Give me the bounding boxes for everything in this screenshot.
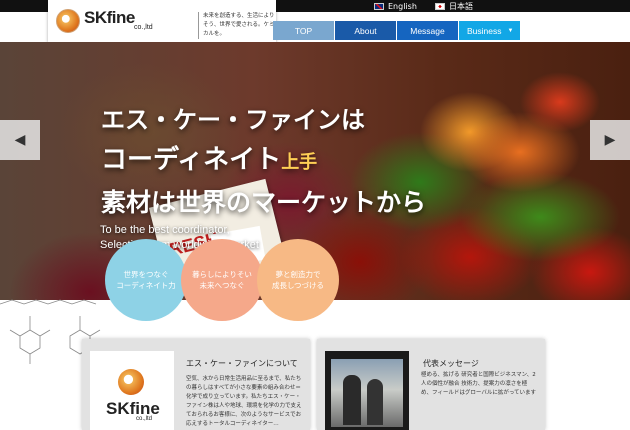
- slider-next-button[interactable]: ▶: [590, 120, 630, 160]
- about-panel[interactable]: SKfine co.,ltd エス・ケー・ファインについて 空気、水から日常生活…: [82, 339, 310, 430]
- about-body: 空気、水から日常生活用品に至るまで、私たちの暮らしはすべてが小さな要素の組み合わ…: [186, 376, 302, 427]
- chevron-right-icon: ▶: [604, 132, 616, 148]
- nav-business-label: Business: [467, 25, 502, 36]
- nav-about[interactable]: About: [335, 21, 396, 40]
- feature-circle-coordinate-line1: 世界をつなぐ: [123, 270, 169, 279]
- about-title: エス・ケー・ファインについて: [186, 359, 298, 368]
- logo-suffix: co.,ltd: [134, 24, 153, 31]
- main-nav: TOP About Message Business ▼: [273, 21, 521, 40]
- about-logo-emblem-icon: [118, 369, 144, 395]
- hero-title-line2-main: コーディネイト: [101, 145, 282, 175]
- lang-japanese[interactable]: 日本語: [435, 0, 473, 12]
- slider-prev-button[interactable]: ◀: [0, 120, 40, 160]
- hero-title-line2-small: 上手: [281, 152, 318, 173]
- hero-title: エス・ケー・ファインは コーディネイト上手 素材は世界のマーケットから: [101, 100, 426, 223]
- dropdown-caret-icon: ▼: [507, 27, 514, 34]
- feature-circle-growth-line2: 成長しつづける: [271, 281, 325, 290]
- lang-english[interactable]: English: [374, 0, 417, 12]
- lang-english-label: English: [388, 1, 417, 11]
- site-logo[interactable]: SKfine co.,ltd 未来を創造する、生活によりそう、世界で愛される。ケ…: [48, 0, 276, 42]
- japan-flag-icon: [435, 2, 445, 10]
- hero-title-line2: コーディネイト上手: [101, 140, 426, 183]
- chevron-left-icon: ◀: [14, 132, 26, 148]
- about-logo-card: SKfine co.,ltd: [90, 351, 174, 430]
- feature-circle-growth[interactable]: 夢と創造力で 成長しつづける: [257, 239, 339, 321]
- person-figure-2: [367, 379, 383, 425]
- nav-top[interactable]: TOP: [273, 21, 334, 40]
- hero-subtitle-line1: To be the best coordinator,: [100, 224, 230, 236]
- feature-circle-future-line2: 未来へつなぐ: [199, 281, 245, 290]
- feature-circle-future-text: 暮らしによりそい 未来へつなぐ: [192, 269, 252, 291]
- nav-message[interactable]: Message: [397, 21, 458, 40]
- logo-emblem-icon: [56, 9, 80, 33]
- feature-circle-growth-text: 夢と創造力で 成長しつづける: [272, 269, 324, 291]
- feature-circle-coordinate[interactable]: 世界をつなぐ コーディネイト力: [105, 239, 187, 321]
- message-photo: [325, 351, 409, 430]
- hero-title-line3: 素材は世界のマーケットから: [101, 188, 427, 217]
- feature-circle-future-line1: 暮らしによりそい: [192, 270, 252, 279]
- about-logo-suffix: co.,ltd: [136, 416, 153, 422]
- uk-flag-icon: [374, 2, 384, 10]
- message-photo-scene: [331, 359, 403, 427]
- person-figure-1: [343, 375, 361, 425]
- message-title: 代表メッセージ: [423, 359, 479, 368]
- hero-title-line1: エス・ケー・ファインは: [101, 106, 365, 134]
- logo-name: SKfine: [84, 8, 135, 27]
- feature-circle-coordinate-line2: コーディネイト力: [116, 281, 176, 290]
- nav-business[interactable]: Business ▼: [459, 21, 520, 40]
- message-panel[interactable]: 代表メッセージ 極める、拡げる 研究者と国際ビジネスマン、2人の個性が融合 技術…: [317, 339, 545, 430]
- feature-circle-future[interactable]: 暮らしによりそい 未来へつなぐ: [181, 239, 263, 321]
- feature-circle-coordinate-text: 世界をつなぐ コーディネイト力: [116, 269, 175, 291]
- logo-tagline: 未来を創造する、生活によりそう、世界で愛される。ケミカルを。: [198, 12, 277, 39]
- lang-japanese-label: 日本語: [449, 1, 473, 11]
- message-body: 極める、拡げる 研究者と国際ビジネスマン、2人の個性が融合 技術力、提案力の凛さ…: [421, 372, 537, 396]
- feature-circle-growth-line1: 夢と創造力で: [275, 270, 321, 279]
